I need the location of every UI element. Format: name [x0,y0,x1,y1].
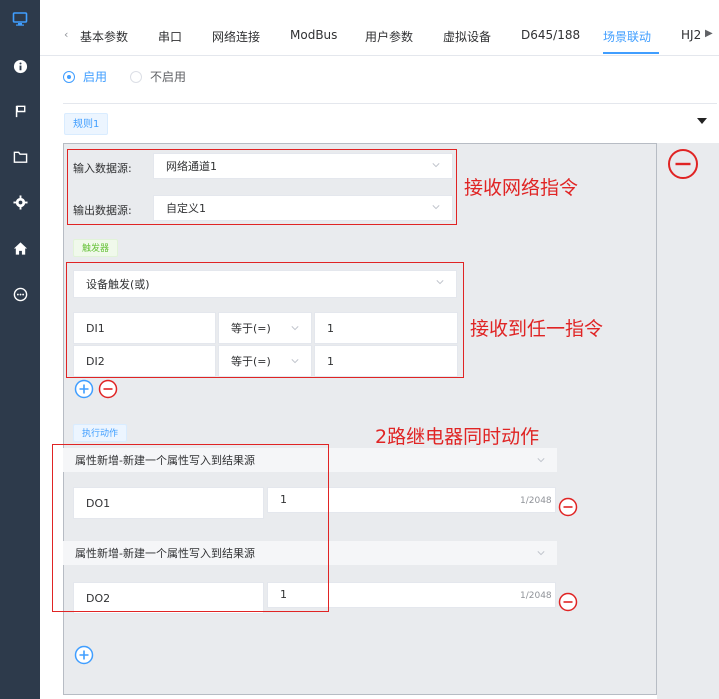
tab-scroll-left-icon[interactable]: ‹ [64,28,68,41]
radio-dot-on[interactable] [63,70,75,83]
annotation-box-trigger [66,262,464,378]
trigger-tag: 触发器 [73,239,119,257]
remove-action-1-minus-icon[interactable] [558,497,578,517]
tab-d645[interactable]: D645/188 [521,28,580,42]
rule-tag[interactable]: 规则1 [64,113,109,135]
tab-basic-params[interactable]: 基本参数 [80,28,128,45]
chevron-down-icon [537,458,545,463]
add-action-plus-icon[interactable] [74,645,94,665]
annotation-receive-network: 接收网络指令 [464,177,579,199]
monitor-icon[interactable] [10,9,30,29]
tab-bar: ‹ 基本参数 串口 网络连接 ModBus 用户参数 虚拟设备 D645/188… [40,0,719,56]
remove-action-2-minus-icon[interactable] [558,592,578,612]
tab-serial[interactable]: 串口 [158,28,182,45]
action-1-counter: 1/2048 [520,496,552,506]
tab-modbus[interactable]: ModBus [290,28,337,42]
divider [63,103,717,104]
chevron-down-icon [537,551,545,556]
tab-scroll-right-icon[interactable]: ▶ [705,28,713,39]
sidebar [0,0,40,699]
action-tag: 执行动作 [73,424,128,442]
flag-icon[interactable] [10,101,30,121]
radio-disable[interactable]: 不启用 [130,68,186,85]
info-icon[interactable] [10,56,30,76]
annotation-box-source [67,149,457,225]
active-tab-indicator [603,52,659,54]
remove-trigger-minus-icon[interactable] [98,379,118,399]
action-2-counter: 1/2048 [520,591,552,601]
annotation-any-command: 接收到任一指令 [470,318,604,340]
radio-disable-label: 不启用 [150,70,187,84]
add-trigger-plus-icon[interactable] [74,379,94,399]
radio-dot-off[interactable] [130,70,142,83]
home-icon[interactable] [10,238,30,258]
radio-enable[interactable]: 启用 [63,68,107,85]
tab-hj2[interactable]: HJ2 [681,28,701,42]
folder-icon[interactable] [10,147,30,167]
gear-icon[interactable] [10,192,30,212]
collapse-triangle-icon[interactable] [697,118,707,124]
tab-scene-linkage[interactable]: 场景联动 [603,28,651,45]
annotation-box-action [52,444,329,612]
tab-user-params[interactable]: 用户参数 [365,28,413,45]
rule-panel-side [657,143,719,699]
tab-virtual-device[interactable]: 虚拟设备 [443,28,491,45]
chat-icon[interactable] [10,284,30,304]
tab-network[interactable]: 网络连接 [212,28,260,45]
radio-enable-label: 启用 [83,70,108,84]
annotation-relay-action: 2路继电器同时动作 [375,426,540,448]
remove-rule-minus-icon[interactable] [667,148,699,180]
